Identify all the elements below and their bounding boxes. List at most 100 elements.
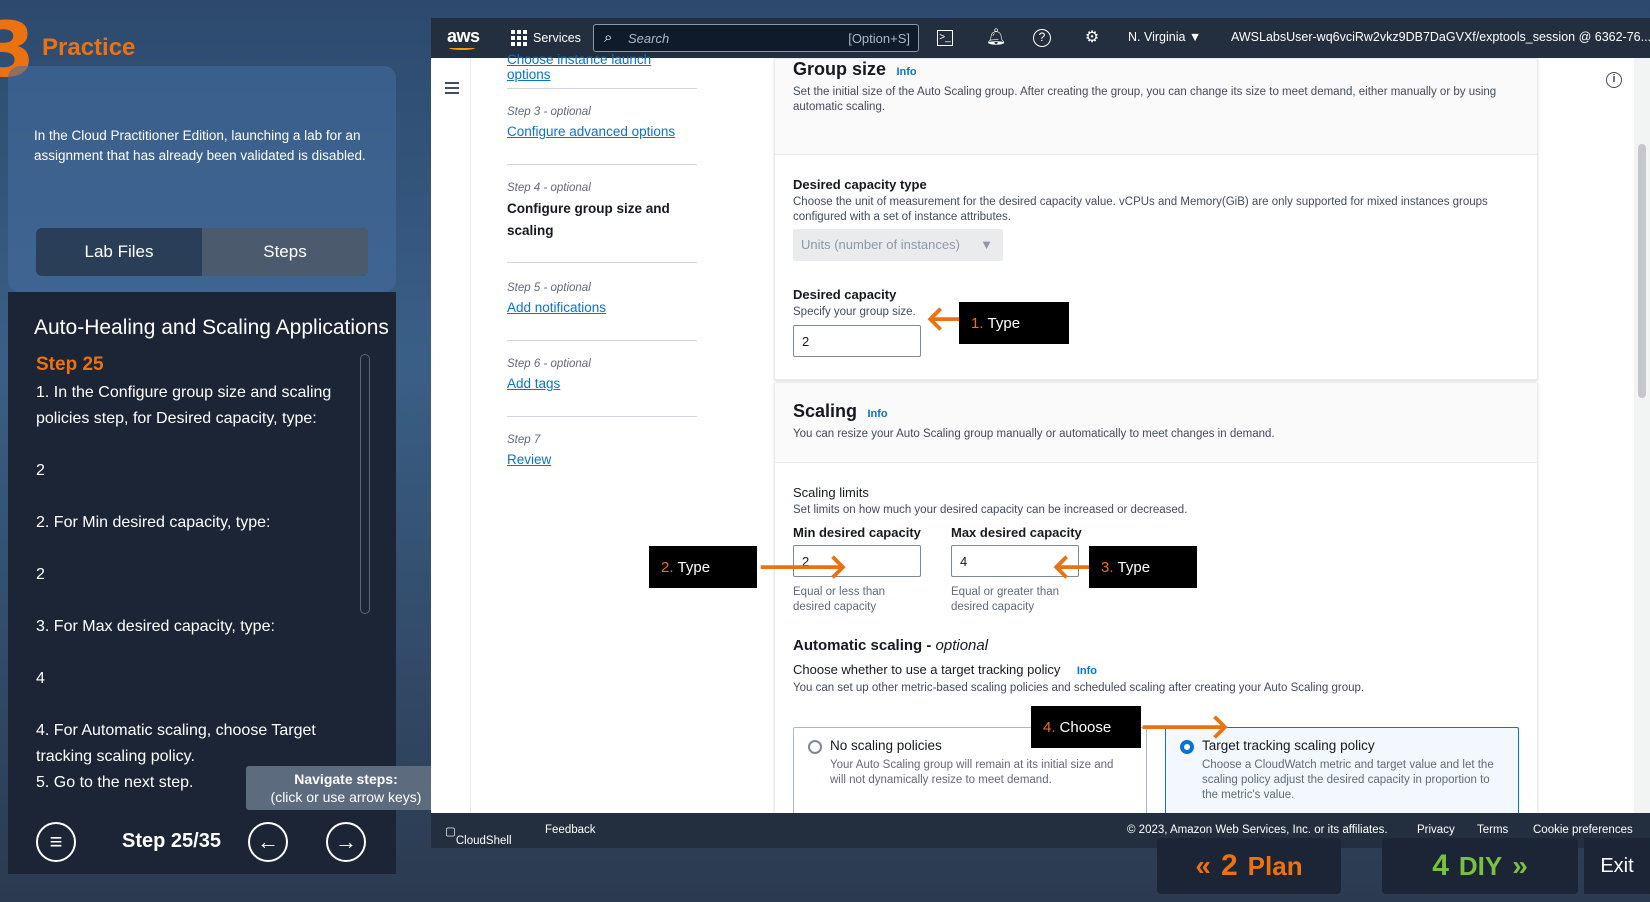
wizard-step-launch-options[interactable]: Choose instance launch options (507, 52, 697, 82)
instruction-line: 1. In the Configure group size and scali… (36, 384, 332, 427)
step-navigation: ≡ Step 25/35 ← → (8, 812, 396, 874)
feedback-link[interactable]: Feedback (545, 824, 596, 836)
scrollbar-thumb[interactable] (1638, 144, 1646, 398)
divider (507, 416, 697, 417)
page-scrollbar[interactable] (1634, 58, 1650, 813)
step-label: Step 25 (36, 354, 104, 375)
lab-title: Auto-Healing and Scaling Applications (34, 316, 389, 339)
wizard-step-3: Step 3 - optional Configure advanced opt… (507, 106, 697, 139)
double-chevron-left-icon: « (1195, 850, 1211, 881)
plan-button[interactable]: « 2 Plan (1157, 838, 1341, 894)
min-capacity-label: Min desired capacity (793, 525, 921, 540)
wizard-step-label: Step 5 - optional (507, 282, 591, 294)
wizard-step-label: Step 3 - optional (507, 106, 591, 118)
scaling-info-link[interactable]: Info (867, 408, 887, 420)
search-icon: ⌕ (604, 29, 613, 46)
diy-button[interactable]: 4 DIY » (1382, 838, 1578, 894)
wizard-step-link[interactable]: Configure advanced options (507, 124, 697, 139)
scaling-desc: You can resize your Auto Scaling group m… (793, 428, 1275, 440)
wizard-step-5: Step 5 - optional Add notifications (507, 282, 697, 315)
bell-icon[interactable]: 🔔︎ (985, 27, 1007, 49)
wizard-step-link[interactable]: Add tags (507, 376, 697, 391)
plan-number: 2 (1220, 849, 1238, 882)
help-icon[interactable]: ? (1033, 29, 1051, 47)
option-no-scaling-title: No scaling policies (830, 738, 942, 753)
capacity-type-value: Units (number of instances) (801, 237, 960, 252)
instruction-line: 4. For Automatic scaling, choose Target … (36, 722, 316, 765)
diy-number: 4 (1432, 849, 1449, 882)
instruction-value: 4 (36, 670, 45, 687)
wizard-step-label: Step 7 (507, 434, 541, 446)
arrow-right-icon: 🡒 (1139, 708, 1231, 746)
tab-lab-files[interactable]: Lab Files (36, 228, 202, 276)
group-size-info-link[interactable]: Info (896, 66, 916, 78)
scaling-header: Scaling Info You can resize your Auto Sc… (775, 383, 1537, 463)
radio-no-scaling[interactable] (808, 740, 822, 754)
cookie-preferences-link[interactable]: Cookie preferences (1533, 824, 1633, 836)
next-step-button[interactable]: → (326, 822, 366, 862)
callout-3: 3. Type (1089, 546, 1197, 588)
step-instructions: 1. In the Configure group size and scali… (36, 380, 336, 796)
list-icon[interactable]: ≡ (36, 822, 76, 862)
services-label: Services (533, 31, 581, 45)
group-size-title: Group size (793, 59, 887, 79)
navigate-tooltip: Navigate steps: (click or use arrow keys… (246, 766, 446, 810)
grid-icon (511, 30, 527, 46)
privacy-link[interactable]: Privacy (1417, 824, 1455, 836)
cloudshell-footer-link[interactable]: ▢ CloudShell (445, 824, 512, 847)
automatic-scaling-label: Automatic scaling - (793, 637, 936, 654)
group-size-desc: Set the initial size of the Auto Scaling… (793, 86, 1497, 113)
search-input[interactable]: ⌕ Search [Option+S] (593, 24, 919, 52)
desired-capacity-input[interactable]: 2 (793, 325, 921, 357)
callout-1: 1. Type (959, 302, 1069, 344)
plan-label: Plan (1247, 850, 1303, 881)
callout-text: Type (1117, 558, 1151, 576)
search-shortcut: [Option+S] (848, 31, 910, 46)
settings-icon[interactable]: ⚙ (1081, 27, 1103, 49)
aws-logo[interactable]: aws (447, 26, 480, 47)
callout-number: 1. (971, 314, 984, 332)
max-capacity-label: Max desired capacity (951, 525, 1082, 540)
group-size-header: Group size Info Set the initial size of … (775, 59, 1537, 155)
callout-text: Choose (1059, 718, 1112, 736)
arrow-right-icon: → (335, 829, 357, 854)
callout-2: 2. Type (649, 546, 757, 588)
wizard-step-link[interactable]: Add notifications (507, 300, 697, 315)
aws-console: aws Services ⌕ Search [Option+S] >_ 🔔︎ ?… (431, 18, 1650, 848)
desired-capacity-desc: Specify your group size. (793, 306, 916, 318)
previous-step-button[interactable]: ← (248, 822, 288, 862)
copyright-text: © 2023, Amazon Web Services, Inc. or its… (1127, 824, 1388, 836)
exit-button[interactable]: Exit (1584, 838, 1650, 894)
scaling-limits-label: Scaling limits (793, 485, 869, 500)
info-icon[interactable]: i (1606, 72, 1622, 88)
divider (507, 262, 697, 263)
aws-smile-icon (449, 46, 475, 50)
divider (507, 88, 697, 89)
arrow-right-icon: 🡒 (757, 548, 849, 586)
wizard-step-7: Step 7 Review (507, 434, 697, 467)
account-menu[interactable]: AWSLabsUser-wq6vciRw2vkz9DB7DaGVXf/expto… (1231, 30, 1650, 44)
region-selector[interactable]: N. Virginia ▼ (1128, 30, 1201, 44)
wizard-step-6: Step 6 - optional Add tags (507, 358, 697, 391)
steps-scrollbar[interactable] (360, 354, 370, 614)
policy-info-link[interactable]: Info (1077, 665, 1097, 677)
callout-text: Type (677, 558, 711, 576)
cloudshell-icon[interactable]: >_ (937, 30, 953, 46)
caret-down-icon: ▼ (980, 237, 993, 252)
divider (507, 164, 697, 165)
policy-question-row: Choose whether to use a target tracking … (793, 661, 1097, 679)
step-counter: Step 25/35 (122, 830, 221, 852)
tooltip-title: Navigate steps: (294, 771, 398, 787)
scaling-limits-desc: Set limits on how much your desired capa… (793, 504, 1188, 516)
tab-steps[interactable]: Steps (202, 228, 368, 276)
capacity-type-label: Desired capacity type (793, 177, 927, 192)
menu-icon[interactable] (445, 82, 459, 94)
search-placeholder: Search (628, 31, 670, 46)
option-no-scaling-desc: Your Auto Scaling group will remain at i… (830, 759, 1114, 786)
wizard-step-link[interactable]: Review (507, 452, 697, 467)
terms-link[interactable]: Terms (1477, 824, 1508, 836)
automatic-scaling-heading: Automatic scaling - optional (793, 637, 988, 654)
services-menu[interactable]: Services (511, 30, 581, 46)
optional-tag: optional (935, 637, 989, 654)
min-capacity-hint: Equal or less than desired capacity (793, 586, 886, 613)
